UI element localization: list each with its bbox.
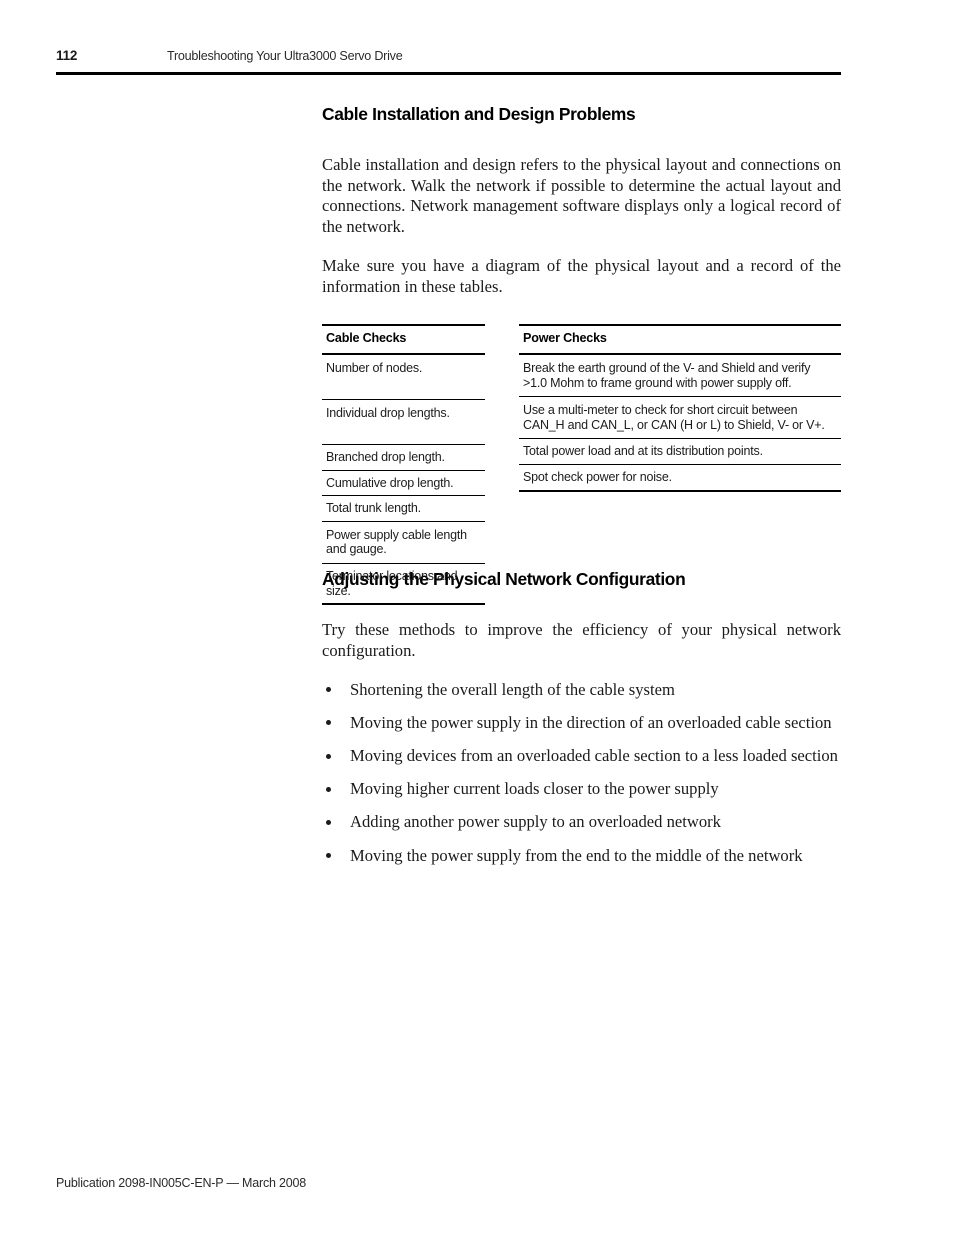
power-checks-table: Power Checks Break the earth ground of t…: [519, 324, 841, 492]
section-1-paragraph-2: Make sure you have a diagram of the phys…: [322, 255, 841, 296]
section-1-paragraph-1: Cable installation and design refers to …: [322, 155, 841, 237]
checks-tables-group: Cable Checks Number of nodes. Individual…: [322, 324, 841, 606]
section-2-paragraph-1: Try these methods to improve the efficie…: [322, 620, 841, 660]
cable-check-cell: Cumulative drop length.: [322, 470, 485, 497]
list-item: Adding another power supply to an overlo…: [322, 812, 841, 833]
power-check-cell: Total power load and at its distribution…: [519, 438, 841, 465]
page-title: Cable Installation and Design Problems: [322, 104, 636, 124]
table-header-row: Power Checks: [519, 325, 841, 355]
cable-check-cell: Total trunk length.: [322, 495, 485, 522]
list-item: Moving the power supply from the end to …: [322, 846, 841, 867]
table-row: Power supply cable length and gauge.: [322, 521, 485, 564]
bullet-dot-icon: [326, 720, 331, 726]
list-item-label: Shortening the overall length of the cab…: [350, 679, 675, 699]
table-row: Individual drop lengths.: [322, 399, 485, 445]
cable-check-cell: Power supply cable length and gauge.: [322, 521, 485, 564]
running-header-title: Troubleshooting Your Ultra3000 Servo Dri…: [167, 49, 403, 63]
table-row: Terminator locations and size.: [322, 563, 485, 604]
cable-check-cell: Terminator locations and size.: [326, 568, 458, 598]
cable-checks-column-header: Cable Checks: [322, 325, 485, 355]
list-item-label: Adding another power supply to an overlo…: [350, 812, 721, 832]
table-row: Break the earth ground of the V- and Shi…: [519, 353, 841, 398]
cable-check-cell: Branched drop length.: [322, 444, 485, 471]
cable-check-cell: Number of nodes.: [322, 353, 485, 400]
list-item-label: Moving devices from an overloaded cable …: [350, 746, 838, 766]
bullet-dot-icon: [326, 687, 331, 693]
header-divider-rule: [56, 72, 841, 75]
power-checks-column-header: Power Checks: [519, 325, 841, 355]
bullet-dot-icon: [326, 853, 331, 859]
table-row: Cumulative drop length.: [322, 470, 485, 497]
bullet-dot-icon: [326, 819, 331, 825]
list-item: Moving higher current loads closer to th…: [322, 779, 841, 800]
table-row: Spot check power for noise.: [519, 464, 841, 490]
cable-checks-table: Cable Checks Number of nodes. Individual…: [322, 324, 485, 606]
table-row: Total power load and at its distribution…: [519, 438, 841, 465]
cable-check-cell: Individual drop lengths.: [322, 399, 485, 445]
list-item-label: Moving the power supply from the end to …: [350, 845, 803, 865]
list-item-label: Moving the power supply in the direction…: [350, 712, 832, 732]
page-number: 112: [56, 48, 78, 63]
bullet-dot-icon: [326, 786, 331, 792]
document-page: 112 Troubleshooting Your Ultra3000 Servo…: [0, 0, 954, 1235]
page-header: 112 Troubleshooting Your Ultra3000 Servo…: [56, 48, 841, 70]
list-item: Moving devices from an overloaded cable …: [322, 746, 841, 767]
power-check-cell: Use a multi-meter to check for short cir…: [519, 396, 841, 440]
table-row: Branched drop length.: [322, 444, 485, 471]
table-header-row: Cable Checks: [322, 325, 485, 355]
bullet-dot-icon: [326, 753, 331, 759]
table-row: Total trunk length.: [322, 495, 485, 522]
list-item: Shortening the overall length of the cab…: [322, 680, 841, 701]
power-check-cell: Break the earth ground of the V- and Shi…: [519, 353, 841, 398]
power-check-cell: Spot check power for noise.: [523, 469, 672, 484]
table-row: Use a multi-meter to check for short cir…: [519, 396, 841, 440]
table-row: Number of nodes.: [322, 353, 485, 400]
content-column: Cable Installation and Design Problems C…: [322, 104, 841, 866]
list-item-label: Moving higher current loads closer to th…: [350, 779, 719, 799]
network-adjustment-list: Shortening the overall length of the cab…: [322, 680, 841, 867]
footer-publication-info: Publication 2098-IN005C-EN-P — March 200…: [56, 1176, 307, 1190]
list-item: Moving the power supply in the direction…: [322, 713, 841, 734]
